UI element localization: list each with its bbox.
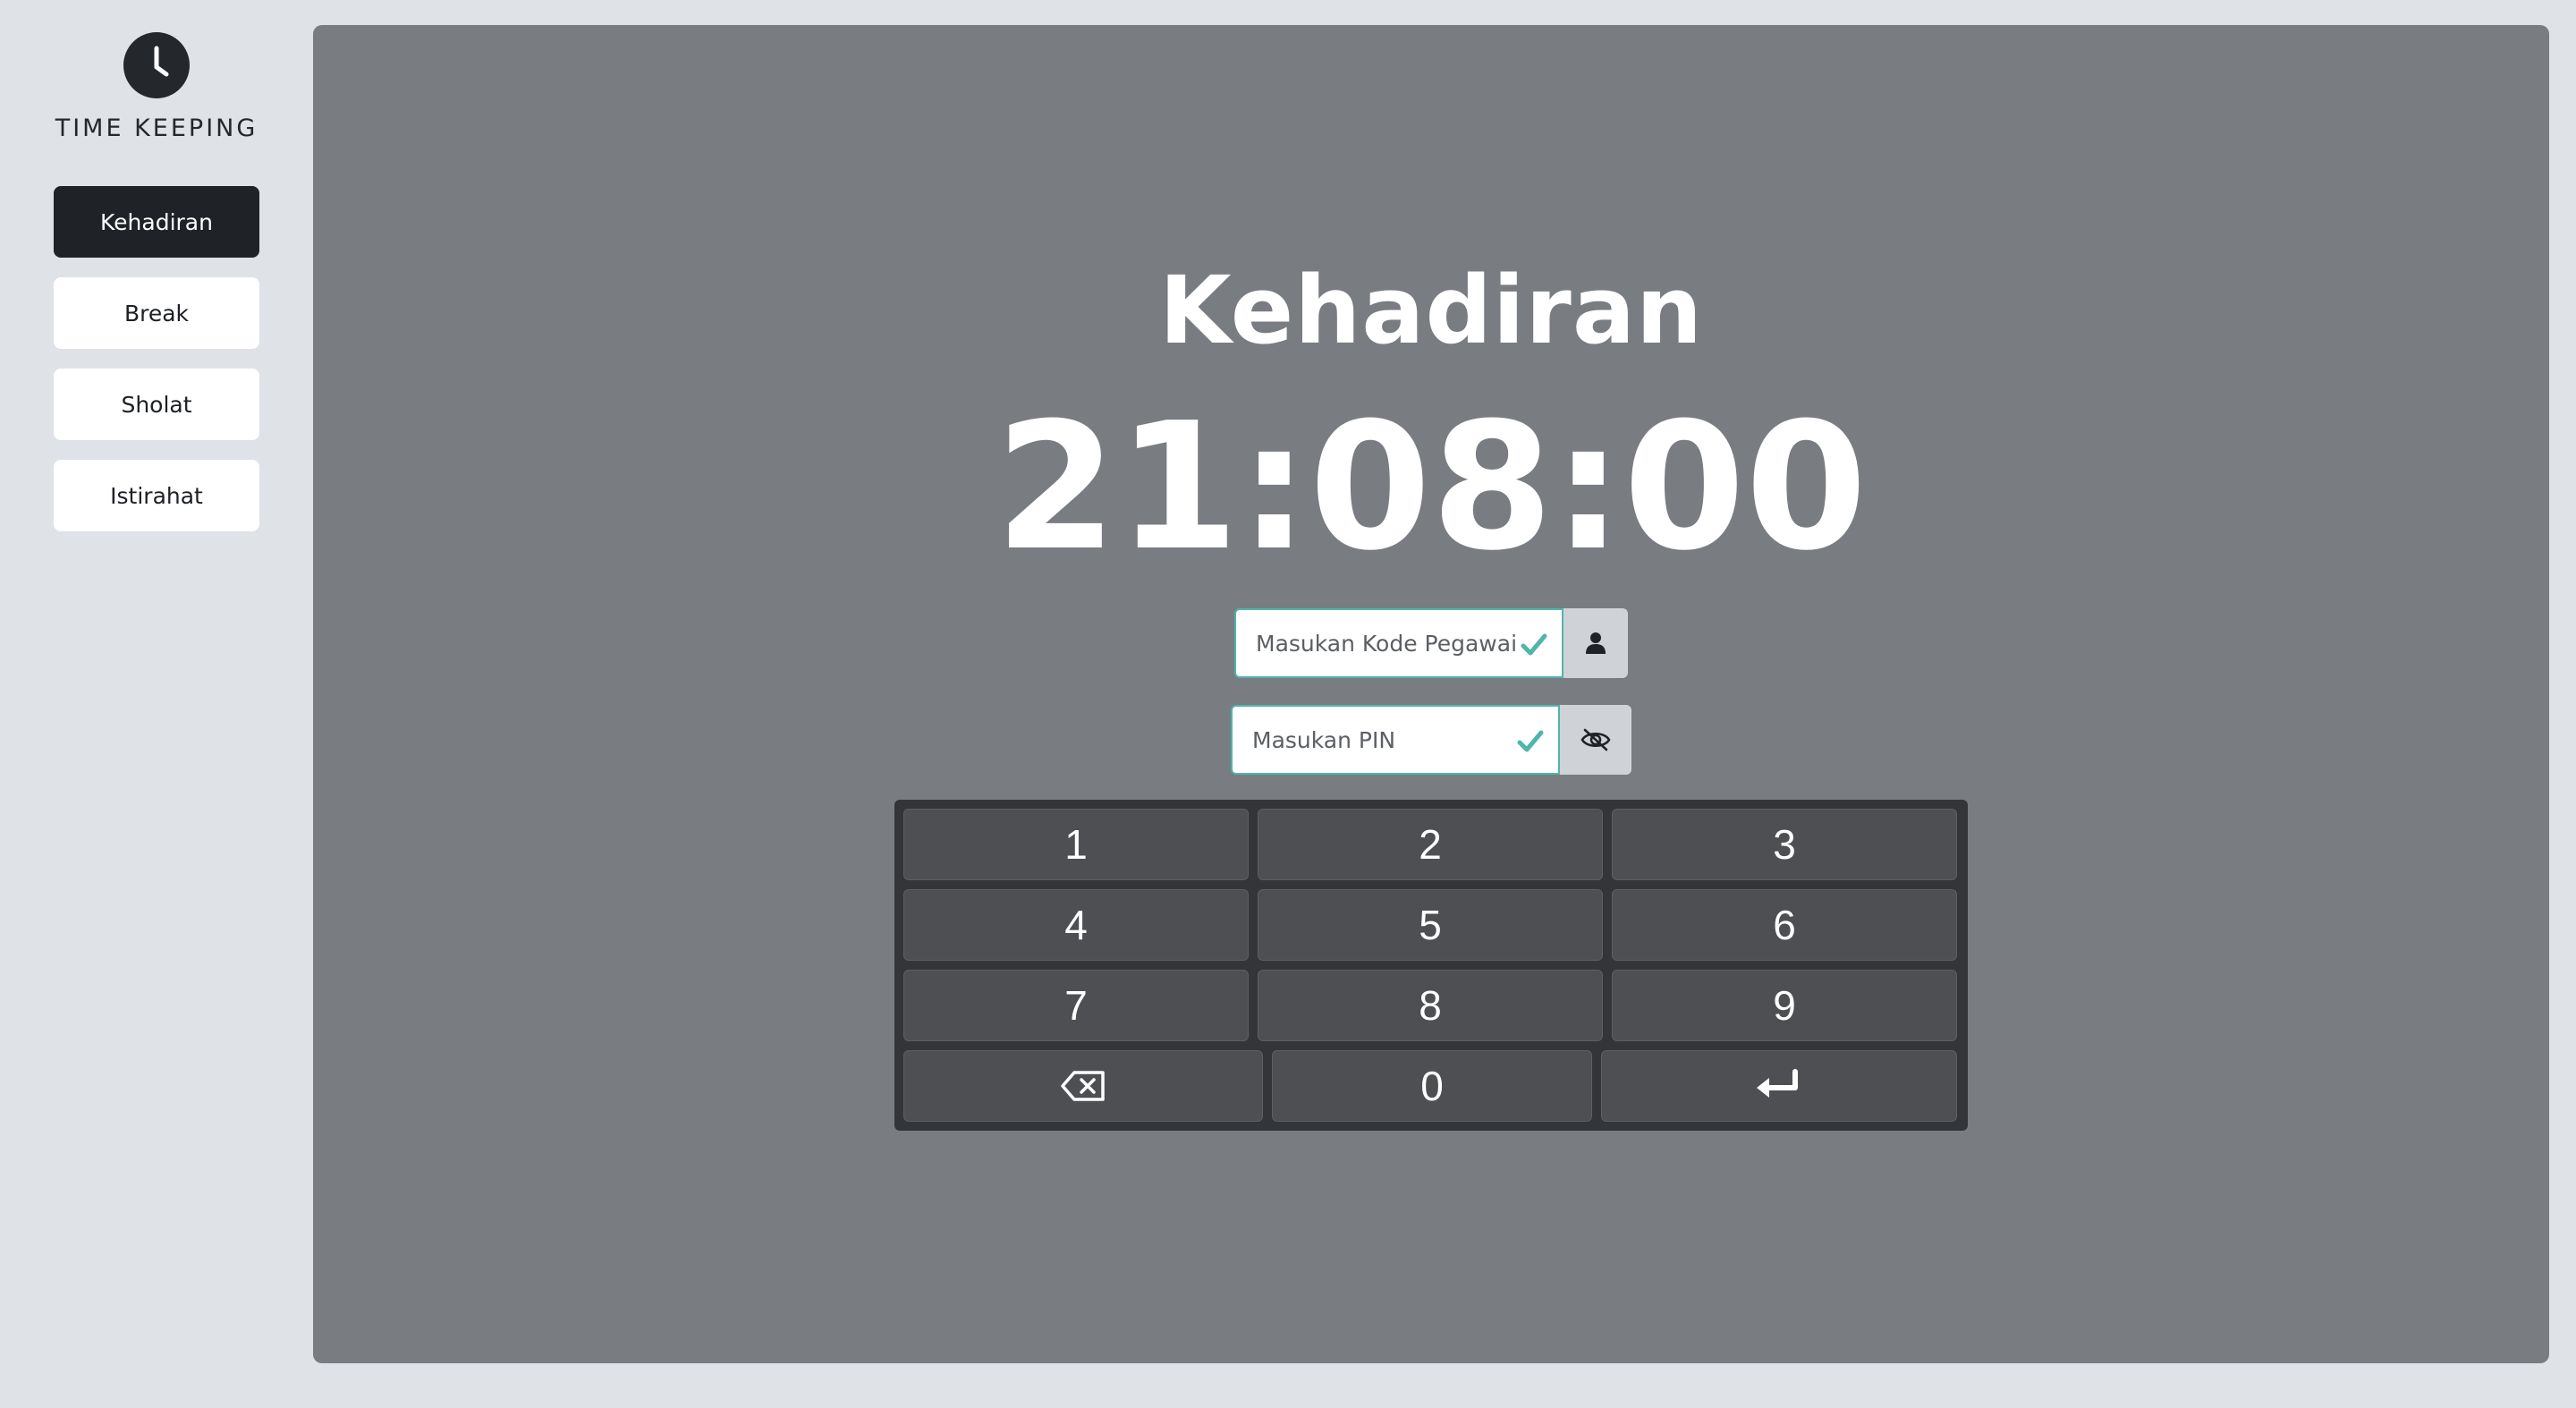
key-9[interactable]: 9 (1612, 970, 1957, 1041)
main-panel: Kehadiran 21:08:00 Masukan Kode Pegawai … (313, 25, 2549, 1363)
sidebar-item-kehadiran[interactable]: Kehadiran (54, 186, 259, 258)
employee-code-input[interactable]: Masukan Kode Pegawai (1234, 608, 1563, 678)
key-2[interactable]: 2 (1258, 809, 1603, 880)
sidebar-item-istirahat[interactable]: Istirahat (54, 460, 259, 531)
key-7[interactable]: 7 (903, 970, 1249, 1041)
eye-slash-icon (1580, 728, 1611, 751)
employee-code-group: Masukan Kode Pegawai (1234, 608, 1628, 678)
key-4[interactable]: 4 (903, 889, 1249, 961)
pin-placeholder: Masukan PIN (1252, 726, 1396, 753)
clock-display: 21:08:00 (995, 386, 1868, 589)
user-icon (1586, 632, 1606, 654)
key-6[interactable]: 6 (1612, 889, 1957, 961)
backspace-icon (1061, 1071, 1105, 1101)
user-icon-button[interactable] (1563, 608, 1628, 678)
keypad: 1 2 3 4 5 6 7 8 9 0 (894, 800, 1968, 1131)
clock-icon (123, 32, 190, 98)
check-icon (1521, 633, 1547, 656)
key-5[interactable]: 5 (1258, 889, 1603, 961)
key-3[interactable]: 3 (1612, 809, 1957, 880)
sidebar-item-break[interactable]: Break (54, 277, 259, 349)
key-8[interactable]: 8 (1258, 970, 1603, 1041)
app-title: TIME KEEPING (55, 115, 258, 142)
employee-code-placeholder: Masukan Kode Pegawai (1256, 630, 1518, 657)
enter-icon (1757, 1069, 1798, 1098)
key-0[interactable]: 0 (1272, 1050, 1592, 1122)
sidebar: TIME KEEPING Kehadiran Break Sholat Isti… (0, 0, 313, 1408)
enter-key[interactable] (1601, 1050, 1957, 1122)
sidebar-item-sholat[interactable]: Sholat (54, 369, 259, 440)
key-1[interactable]: 1 (903, 809, 1249, 880)
check-icon (1517, 730, 1544, 752)
pin-group: Masukan PIN (1231, 705, 1631, 775)
toggle-pin-visibility-button[interactable] (1560, 705, 1631, 775)
backspace-key[interactable] (903, 1050, 1263, 1122)
page-title: Kehadiran (1158, 256, 1704, 365)
pin-input[interactable]: Masukan PIN (1231, 705, 1560, 775)
